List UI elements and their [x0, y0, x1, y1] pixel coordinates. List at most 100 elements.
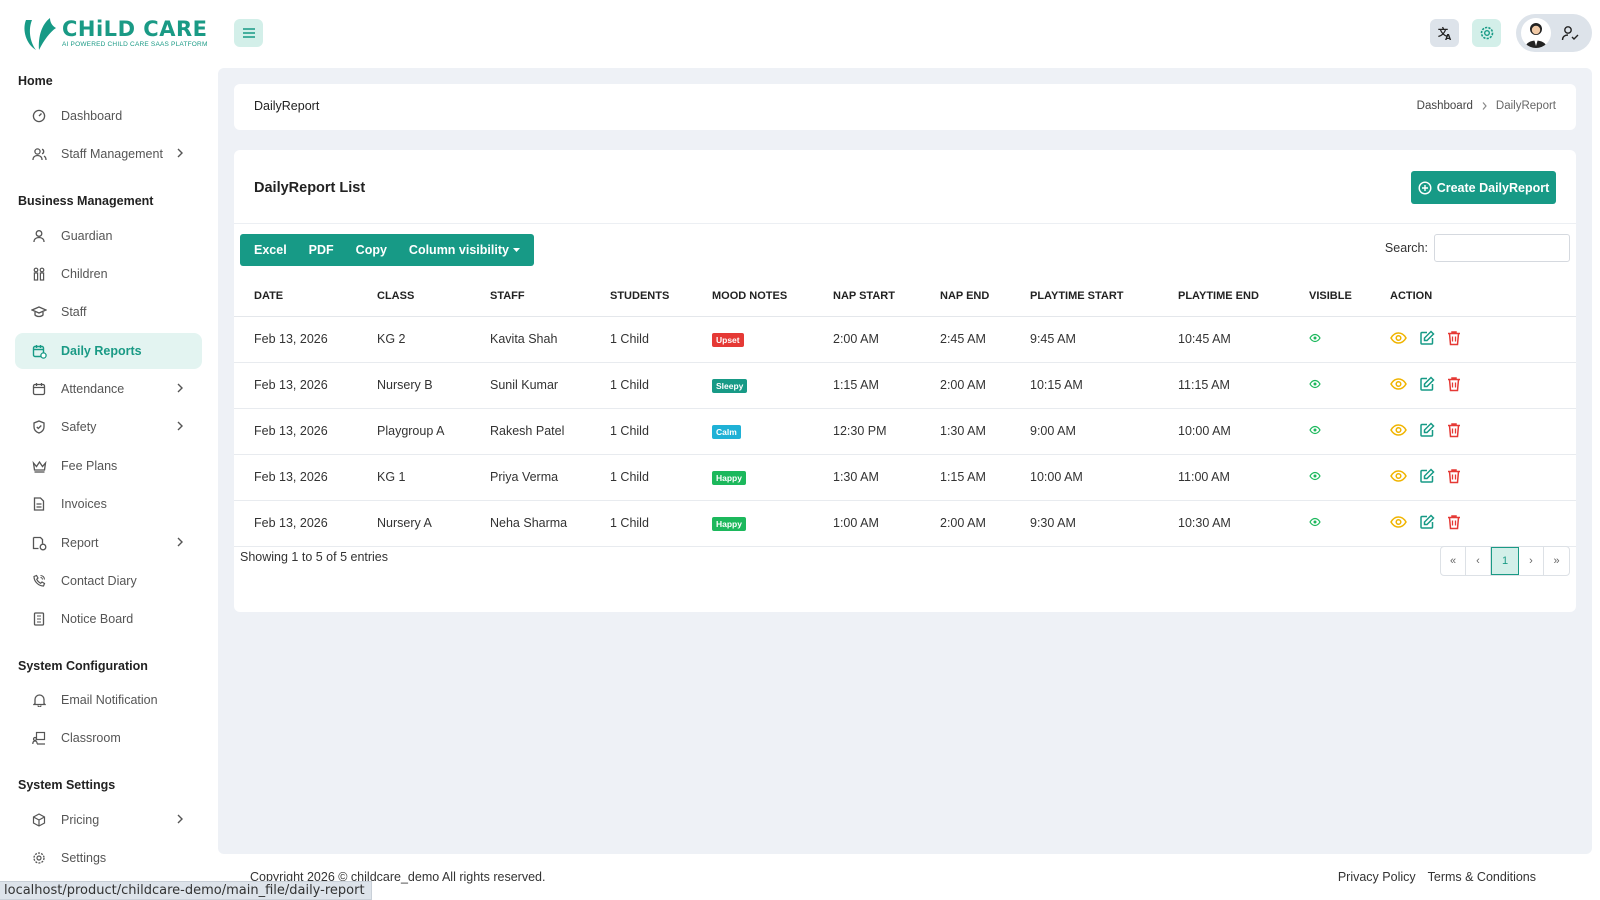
cell-playtime-end: 11:15 AM: [1158, 362, 1289, 409]
sidebar-item-daily-reports[interactable]: Daily Reports: [15, 333, 202, 369]
sidebar-item-label: Attendance: [61, 382, 125, 396]
pdf-button[interactable]: PDF: [301, 243, 342, 257]
copy-button[interactable]: Copy: [348, 243, 395, 257]
column-header-nap-end[interactable]: NAP END: [920, 276, 1010, 317]
cell-playtime-start: 9:00 AM: [1010, 408, 1158, 455]
entries-info: Showing 1 to 5 of 5 entries: [240, 550, 389, 564]
breadcrumb-home-link[interactable]: Dashboard: [1417, 100, 1473, 112]
sidebar-item-email-notification[interactable]: Email Notification: [15, 682, 202, 718]
chevron-right-icon: [177, 148, 183, 158]
delete-trash-icon[interactable]: [1447, 422, 1461, 438]
settings-button[interactable]: [1472, 19, 1501, 47]
pagination-first-button[interactable]: «: [1441, 547, 1466, 575]
visible-eye-icon[interactable]: [1309, 379, 1321, 389]
edit-icon[interactable]: [1419, 376, 1435, 392]
edit-icon[interactable]: [1419, 514, 1435, 530]
sidebar-item-contact-diary[interactable]: Contact Diary: [15, 563, 202, 599]
brand-name: CHiLD CARE: [62, 17, 208, 41]
privacy-policy-link[interactable]: Privacy Policy: [1338, 870, 1416, 884]
pagination-page-1[interactable]: 1: [1491, 547, 1519, 575]
column-header-class[interactable]: CLASS: [357, 276, 470, 317]
excel-button[interactable]: Excel: [246, 243, 295, 257]
visible-eye-icon[interactable]: [1309, 517, 1321, 527]
delete-trash-icon[interactable]: [1447, 376, 1461, 392]
mood-badge: Happy: [712, 516, 746, 531]
column-header-staff[interactable]: STAFF: [470, 276, 590, 317]
sidebar-item-children[interactable]: Children: [15, 256, 202, 292]
menu-toggle-button[interactable]: [234, 19, 263, 47]
column-header-students[interactable]: STUDENTS: [590, 276, 692, 317]
cell-playtime-start: 10:00 AM: [1010, 454, 1158, 501]
cell-date: Feb 13, 2026: [234, 500, 357, 547]
delete-trash-icon[interactable]: [1447, 514, 1461, 530]
sidebar-item-safety[interactable]: Safety: [15, 409, 202, 445]
visible-eye-icon[interactable]: [1309, 333, 1321, 343]
browser-status-url: localhost/product/childcare-demo/main_fi…: [0, 881, 372, 900]
cell-nap-end: 1:30 AM: [920, 408, 1010, 455]
cell-nap-end: 2:00 AM: [920, 500, 1010, 547]
brand-logo[interactable]: CHiLD CARE AI POWERED CHILD CARE SAAS PL…: [20, 14, 208, 52]
sidebar-item-attendance[interactable]: Attendance: [15, 371, 202, 407]
cell-date: Feb 13, 2026: [234, 362, 357, 409]
pagination-prev-button[interactable]: ‹: [1466, 547, 1491, 575]
shield-icon: [31, 419, 47, 435]
sidebar-item-guardian[interactable]: Guardian: [15, 218, 202, 254]
profile-menu[interactable]: [1516, 14, 1592, 52]
view-eye-icon[interactable]: [1390, 377, 1407, 391]
sidebar-item-dashboard[interactable]: Dashboard: [15, 98, 202, 134]
sidebar-item-label: Pricing: [61, 813, 100, 827]
view-eye-icon[interactable]: [1390, 331, 1407, 345]
cell-staff: Sunil Kumar: [470, 362, 590, 409]
create-daily-report-button[interactable]: Create DailyReport: [1411, 171, 1556, 204]
sidebar-item-label: Staff Management: [61, 147, 163, 161]
pagination-last-button[interactable]: »: [1544, 547, 1569, 575]
cell-nap-start: 1:30 AM: [813, 454, 920, 501]
column-header-mood-notes[interactable]: MOOD NOTES: [692, 276, 813, 317]
cell-playtime-end: 10:30 AM: [1158, 500, 1289, 547]
visible-eye-icon[interactable]: [1309, 425, 1321, 435]
cell-date: Feb 13, 2026: [234, 408, 357, 455]
sidebar-item-fee-plans[interactable]: Fee Plans: [15, 448, 202, 484]
sidebar-item-classroom[interactable]: Classroom: [15, 720, 202, 756]
sidebar-item-pricing[interactable]: Pricing: [15, 802, 202, 838]
column-header-date[interactable]: DATE: [234, 276, 357, 317]
sidebar-item-report[interactable]: Report: [15, 525, 202, 561]
cell-staff: Priya Verma: [470, 454, 590, 501]
view-eye-icon[interactable]: [1390, 423, 1407, 437]
sidebar-item-notice-board[interactable]: Notice Board: [15, 601, 202, 637]
cell-mood: Happy: [692, 454, 813, 501]
view-eye-icon[interactable]: [1390, 469, 1407, 483]
sidebar-item-staff-management[interactable]: Staff Management: [15, 136, 202, 172]
delete-trash-icon[interactable]: [1447, 330, 1461, 346]
calendar-icon: [31, 381, 47, 397]
sidebar-item-settings[interactable]: Settings: [15, 840, 202, 876]
column-header-playtime-start[interactable]: PLAYTIME START: [1010, 276, 1158, 317]
classroom-icon: [31, 730, 47, 746]
cell-date: Feb 13, 2026: [234, 454, 357, 501]
edit-icon[interactable]: [1419, 468, 1435, 484]
view-eye-icon[interactable]: [1390, 515, 1407, 529]
edit-icon[interactable]: [1419, 422, 1435, 438]
terms-link[interactable]: Terms & Conditions: [1428, 870, 1536, 884]
cell-nap-end: 1:15 AM: [920, 454, 1010, 501]
column-header-visible[interactable]: VISIBLE: [1289, 276, 1370, 317]
document-icon: [31, 496, 47, 512]
pagination-next-button[interactable]: ›: [1519, 547, 1544, 575]
sidebar-item-staff[interactable]: Staff: [15, 294, 202, 330]
edit-icon[interactable]: [1419, 330, 1435, 346]
cell-playtime-end: 11:00 AM: [1158, 454, 1289, 501]
delete-trash-icon[interactable]: [1447, 468, 1461, 484]
column-header-playtime-end[interactable]: PLAYTIME END: [1158, 276, 1289, 317]
user-check-icon: [1561, 26, 1579, 41]
translate-button[interactable]: 文A: [1430, 19, 1459, 47]
svg-text:A: A: [1445, 33, 1452, 41]
sidebar-item-label: Guardian: [61, 229, 113, 243]
visible-eye-icon[interactable]: [1309, 471, 1321, 481]
sidebar-item-label: Report: [61, 536, 99, 550]
column-visibility-button[interactable]: Column visibility: [401, 243, 528, 257]
search-input[interactable]: [1434, 234, 1570, 262]
column-header-nap-start[interactable]: NAP START: [813, 276, 920, 317]
cell-students: 1 Child: [590, 408, 692, 455]
sidebar-item-invoices[interactable]: Invoices: [15, 486, 202, 522]
cell-action: [1370, 500, 1576, 547]
